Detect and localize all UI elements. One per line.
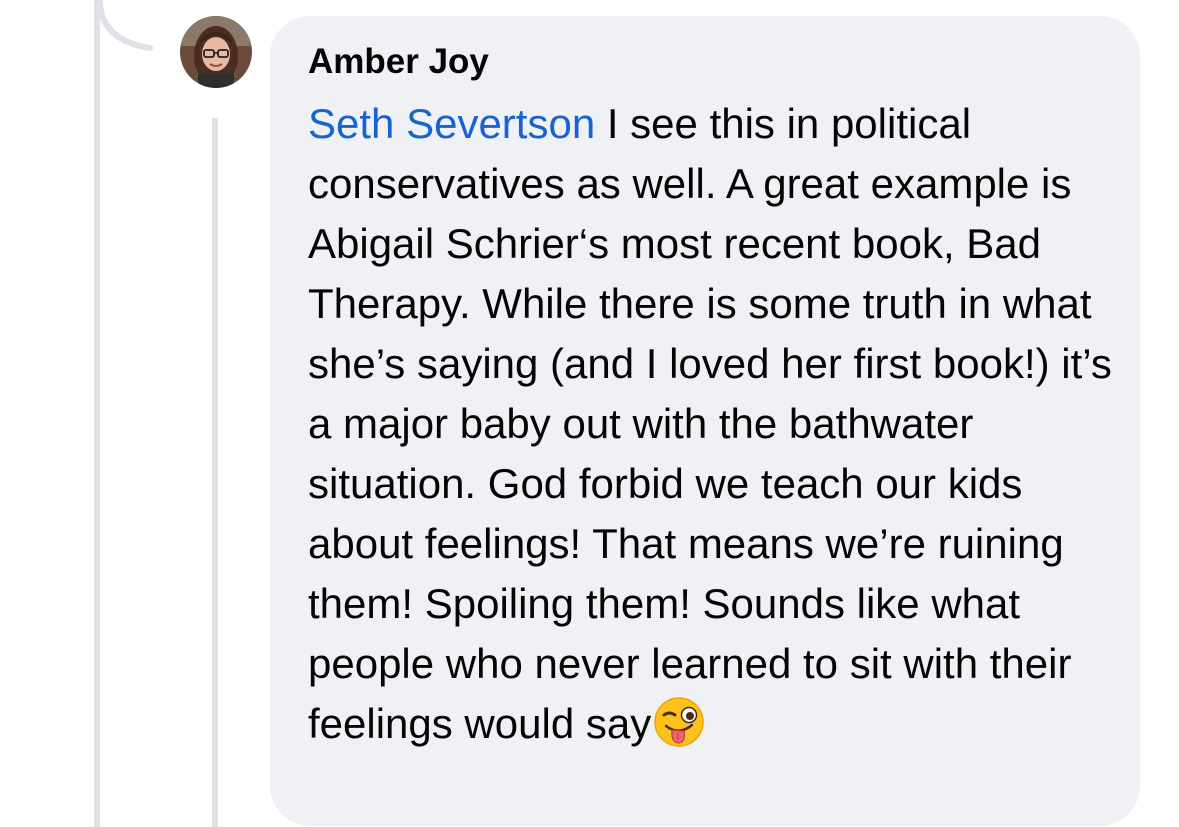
avatar-photo: [180, 16, 252, 88]
comment-author-name[interactable]: Amber Joy: [308, 40, 1110, 84]
avatar[interactable]: [180, 16, 252, 88]
comment-body: I see this in political conservatives as…: [308, 100, 1112, 747]
mention-link[interactable]: Seth Severtson: [308, 100, 595, 147]
comment-bubble: Amber Joy Seth Severtson I see this in p…: [270, 16, 1140, 826]
winking-face-with-tongue-emoji-icon: [653, 696, 705, 748]
comment-text: Seth Severtson I see this in political c…: [308, 94, 1118, 754]
